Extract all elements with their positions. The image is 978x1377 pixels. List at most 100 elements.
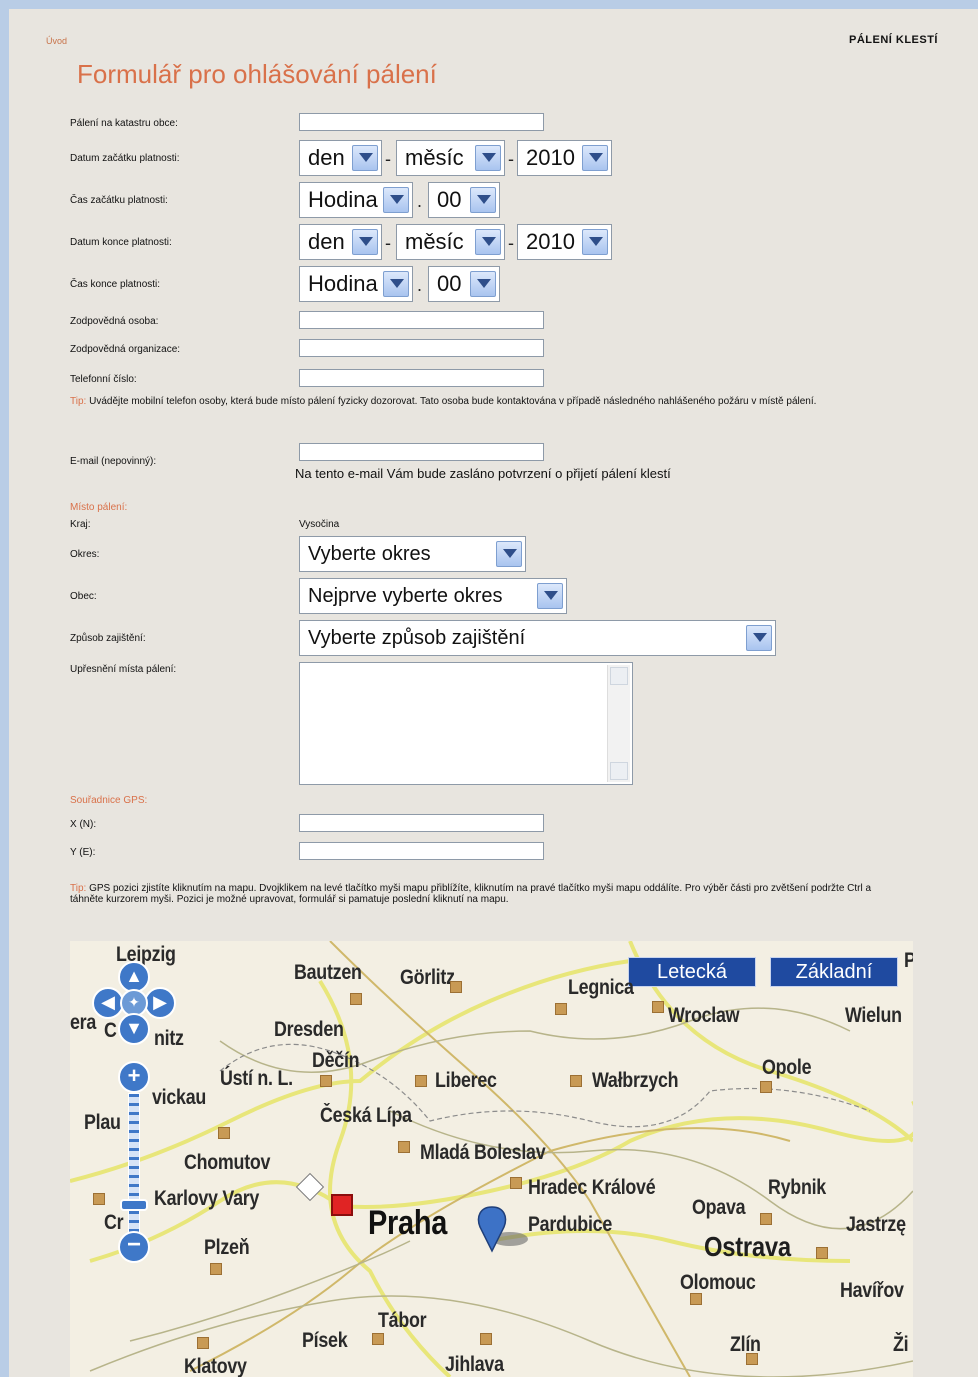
city-marker <box>197 1337 209 1349</box>
kraj-value: Vysočina <box>299 519 340 530</box>
date-separator: - <box>508 233 514 253</box>
map-label: era <box>70 1011 97 1034</box>
map-label: Plzeň <box>204 1236 250 1259</box>
pan-down-icon[interactable]: ▼ <box>118 1013 150 1045</box>
label-telefon: Telefonní číslo: <box>70 374 137 385</box>
city-marker <box>398 1141 410 1153</box>
end-day-select[interactable]: den <box>299 224 382 260</box>
map-label: Praha <box>368 1204 448 1242</box>
map-label: Bautzen <box>294 961 362 984</box>
label-katastr: Pálení na katastru obce: <box>70 118 178 129</box>
map-label: Opava <box>692 1196 746 1219</box>
chevron-down-icon <box>383 187 409 213</box>
label-y: Y (E): <box>70 847 96 858</box>
end-minute-value: 00 <box>437 271 462 296</box>
chevron-down-icon <box>352 229 378 255</box>
map-label: Děčín <box>312 1049 360 1072</box>
katastr-input[interactable] <box>299 113 544 131</box>
map-label: Opole <box>762 1056 812 1079</box>
municipality-select[interactable]: Nejprve vyberte okres <box>299 578 567 614</box>
security-select[interactable]: Vyberte způsob zajištění <box>299 620 776 656</box>
map-label: Rybnik <box>768 1176 826 1199</box>
map-label: Ostrava <box>704 1231 791 1262</box>
city-marker <box>415 1075 427 1087</box>
map-label: Pardubice <box>528 1213 613 1236</box>
aerial-map-button[interactable]: Letecká <box>628 957 756 987</box>
basic-map-button[interactable]: Základní <box>770 957 898 987</box>
phone-tip: Tip: Uvádějte mobilní telefon osoby, kte… <box>70 396 890 407</box>
zoom-in-icon[interactable]: + <box>118 1061 150 1093</box>
start-minute-select[interactable]: 00 <box>428 182 500 218</box>
start-month-select[interactable]: měsíc <box>396 140 505 176</box>
scroll-up-icon[interactable] <box>610 667 628 685</box>
person-input[interactable] <box>299 311 544 329</box>
page: Úvod PÁLENÍ KLESTÍ Formulář pro ohlášová… <box>9 9 978 1377</box>
location-textarea[interactable] <box>299 662 633 785</box>
email-input[interactable] <box>299 443 544 461</box>
map-label: Ži <box>893 1333 909 1356</box>
pan-right-icon[interactable]: ▶ <box>144 987 176 1019</box>
start-month-value: měsíc <box>405 145 464 170</box>
map-label: Česká Lípa <box>320 1104 412 1127</box>
label-kraj: Kraj: <box>70 519 91 530</box>
map-label: Liberec <box>435 1069 497 1092</box>
chevron-down-icon <box>496 541 522 567</box>
breadcrumb[interactable]: Úvod <box>46 36 67 46</box>
map[interactable]: Letecká Základní Leipzig Bautzen Görlitz… <box>70 941 913 1377</box>
page-title: Formulář pro ohlášování pálení <box>77 59 437 89</box>
phone-input[interactable] <box>299 369 544 387</box>
gps-y-input[interactable] <box>299 842 544 860</box>
start-day-value: den <box>308 145 345 170</box>
map-label: Jastrzę <box>846 1213 906 1236</box>
city-marker <box>93 1193 105 1205</box>
map-label: Klatovy <box>184 1355 247 1377</box>
end-year-select[interactable]: 2010 <box>517 224 612 260</box>
map-label: Ústí n. L. <box>220 1067 293 1090</box>
section-misto: Místo pálení: <box>70 502 128 513</box>
chevron-down-icon <box>537 583 563 609</box>
chevron-down-icon <box>582 145 608 171</box>
location-pin-icon[interactable] <box>474 1203 530 1261</box>
start-year-select[interactable]: 2010 <box>517 140 612 176</box>
date-separator: - <box>385 233 391 253</box>
map-label: Wroclaw <box>668 1004 740 1027</box>
zoom-slider-handle[interactable] <box>120 1199 148 1211</box>
start-hour-select[interactable]: Hodina <box>299 182 413 218</box>
municipality-value: Nejprve vyberte okres <box>308 585 503 607</box>
section-header: PÁLENÍ KLESTÍ <box>848 34 938 46</box>
end-day-value: den <box>308 229 345 254</box>
date-separator: - <box>385 149 391 169</box>
end-minute-select[interactable]: 00 <box>428 266 500 302</box>
district-value: Vyberte okres <box>308 543 431 565</box>
zoom-out-icon[interactable]: − <box>118 1231 150 1263</box>
city-marker <box>350 993 362 1005</box>
map-label: Cr <box>104 1211 124 1234</box>
map-label: Jihlava <box>445 1353 504 1376</box>
map-label: nitz <box>154 1027 184 1050</box>
start-hour-value: Hodina <box>308 187 378 212</box>
label-zpusob: Způsob zajištění: <box>70 633 146 644</box>
start-year-value: 2010 <box>526 145 575 170</box>
zoom-slider[interactable] <box>128 1093 140 1233</box>
map-label: Legnica <box>568 976 634 999</box>
end-hour-select[interactable]: Hodina <box>299 266 413 302</box>
start-day-select[interactable]: den <box>299 140 382 176</box>
chevron-down-icon <box>582 229 608 255</box>
label-email: E-mail (nepovinný): <box>70 456 157 467</box>
textarea-scrollbar[interactable] <box>607 665 630 782</box>
scroll-down-icon[interactable] <box>610 762 628 780</box>
city-marker <box>450 981 462 993</box>
gps-x-input[interactable] <box>299 814 544 832</box>
time-separator: . <box>417 191 423 211</box>
chevron-down-icon <box>746 625 772 651</box>
gps-tip: Tip: GPS pozici zjistíte kliknutím na ma… <box>70 883 890 905</box>
map-label: Chomutov <box>184 1151 271 1174</box>
city-marker <box>480 1333 492 1345</box>
city-marker <box>570 1075 582 1087</box>
tip-text: Uvádějte mobilní telefon osoby, která bu… <box>89 396 817 407</box>
map-label: Písek <box>302 1329 348 1352</box>
chevron-down-icon <box>475 145 501 171</box>
district-select[interactable]: Vyberte okres <box>299 536 526 572</box>
organization-input[interactable] <box>299 339 544 357</box>
end-month-select[interactable]: měsíc <box>396 224 505 260</box>
